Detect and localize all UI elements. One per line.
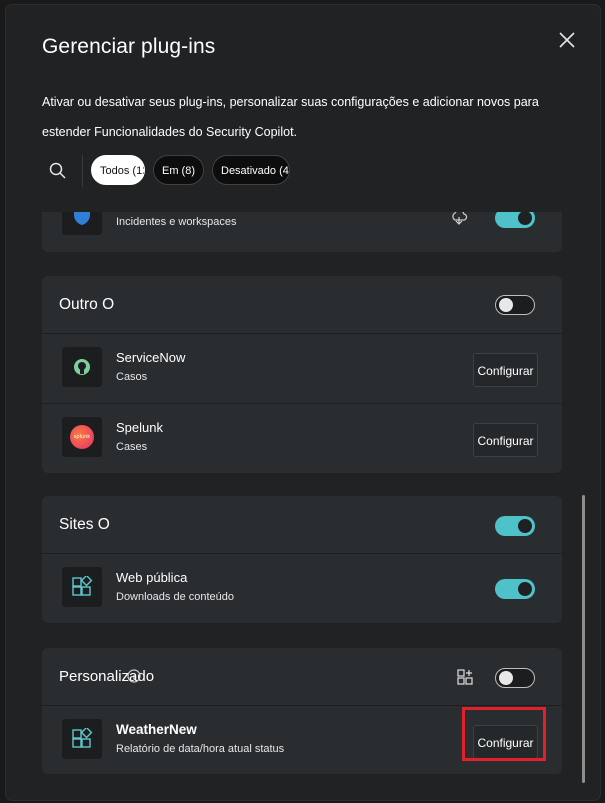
servicenow-logo-icon [74,359,90,375]
splunk-logo-icon: splunk [70,425,94,449]
plugin-name: WeatherNew [116,722,197,737]
section-other-toggle[interactable] [495,295,535,315]
filter-off-tab[interactable]: Desativado (4) [212,155,290,185]
plugin-tile [62,347,102,387]
manage-plugins-dialog: Gerenciar plug-ins Ativar ou desativar s… [6,5,600,800]
plugin-name: ServiceNow [116,350,186,365]
splunk-logo-text: splunk [73,434,91,440]
section-custom-header: Personalizado [42,648,562,706]
plugin-blocks-icon [72,576,93,596]
plugin-row-splunk: splunk Spelunk Cases Configurar [42,403,562,473]
shield-icon [74,212,90,225]
plugin-row-incidents: Incidentes e workspaces [42,212,562,251]
section-title: Sites O [59,516,110,533]
highlight-box [462,707,546,761]
scrollbar-thumb[interactable] [582,495,585,783]
section-sites-header: Sites O [42,496,562,554]
info-icon[interactable] [126,668,142,684]
plugin-row-public-web: Web pública Downloads de conteúdo [42,554,562,623]
plugin-subtitle: Cases [116,441,148,453]
plugin-toggle[interactable] [495,579,535,599]
filter-divider [82,155,83,187]
plugin-blocks-icon [72,728,93,748]
plugin-tile [62,567,102,607]
dialog-description: Ativar ou desativar seus plug-ins, perso… [42,95,539,139]
section-other: Outro O ServiceNow Casos Configurar splu… [42,276,562,473]
section-sites: Sites O Web pública Downloads de conteúd… [42,496,562,623]
plugin-name: Web pública [116,570,188,585]
section-title: Outro O [59,296,115,313]
plugin-name: Spelunk [116,420,163,435]
plugin-subtitle: Casos [116,371,148,383]
plugin-subtitle: Incidentes e workspaces [116,216,237,228]
dialog-title: Gerenciar plug-ins [42,35,216,58]
section-custom-toggle[interactable] [495,668,535,688]
close-icon[interactable] [556,29,578,51]
search-icon[interactable] [48,161,68,181]
plugin-toggle[interactable] [495,212,535,228]
plugin-tile [62,212,102,235]
plugin-subtitle: Downloads de conteúdo [116,591,235,603]
plugin-row-servicenow: ServiceNow Casos Configurar [42,334,562,403]
filter-all-tab[interactable]: Todos (12) [91,155,145,185]
configure-button[interactable]: Configurar [473,353,538,387]
plugin-card-partial: Incidentes e workspaces [42,212,562,252]
plugin-tile [62,719,102,759]
section-other-header: Outro O [42,276,562,334]
configure-button[interactable]: Configurar [473,423,538,457]
plugin-tile: splunk [62,417,102,457]
plugin-subtitle: Relatório de data/hora atual status [116,743,285,755]
add-plugin-icon[interactable] [457,669,473,685]
settings-cloud-icon[interactable] [450,212,468,226]
section-sites-toggle[interactable] [495,516,535,536]
filter-on-tab[interactable]: Em (8) [153,155,204,185]
